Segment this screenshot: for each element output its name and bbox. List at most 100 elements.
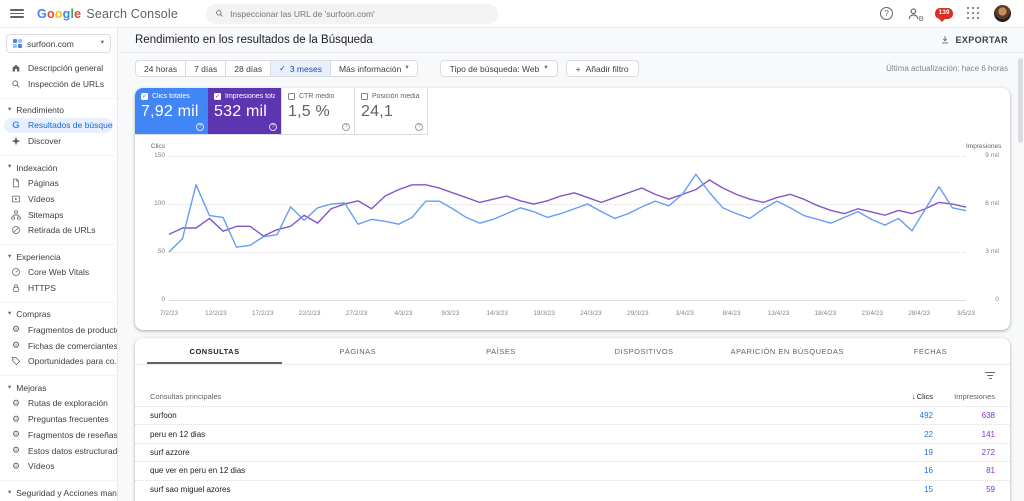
tab-aparición-en-búsquedas[interactable]: APARICIÓN EN BÚSQUEDAS	[716, 338, 859, 364]
property-selector[interactable]: surfoon.com ▾	[6, 34, 111, 53]
tab-consultas[interactable]: CONSULTAS	[143, 338, 286, 364]
metric-label-row: Posición media	[361, 93, 421, 100]
gear-icon: ⚙	[11, 324, 21, 335]
url-inspection-searchbox[interactable]	[206, 3, 499, 24]
sidebar-section-header[interactable]: ▾ Experiencia	[0, 249, 117, 264]
export-button[interactable]: EXPORTAR	[940, 35, 1008, 45]
clicks-cell[interactable]: 492	[881, 411, 933, 420]
impressions-cell[interactable]: 81	[933, 466, 995, 475]
sidebar-section-title: Seguridad y Acciones manuales	[16, 487, 117, 498]
tag-icon	[11, 356, 21, 366]
date-option-24-horas[interactable]: 24 horas	[136, 61, 187, 76]
dimension-tabs: CONSULTAS PÁGINAS PAÍSES DISPOSITIVOS APARIC…	[135, 338, 1010, 365]
help-icon[interactable]: ?	[880, 7, 894, 20]
impressions-cell[interactable]: 141	[933, 430, 995, 439]
sidebar-item-rutas-de-exploración[interactable]: ⚙ Rutas de exploración	[0, 395, 117, 411]
metric-label: Impresiones total..	[225, 93, 275, 100]
sidebar-item-preguntas-frecuentes[interactable]: ⚙ Preguntas frecuentes	[0, 411, 117, 427]
sidebar-item-fichas-de-comerciantes[interactable]: ⚙ Fichas de comerciantes	[0, 338, 117, 354]
sidebar-item-retirada-de-urls[interactable]: Retirada de URLs	[0, 223, 117, 239]
table-row[interactable]: que ver en peru en 12 dias 16 81	[135, 461, 1010, 479]
page-title: Rendimiento en los resultados de la Búsq…	[135, 34, 373, 46]
impressions-cell[interactable]: 59	[933, 485, 995, 494]
sidebar-item-vídeos[interactable]: Vídeos	[0, 191, 117, 207]
query-cell: surf sao miguel azores	[150, 484, 231, 494]
more-info-option[interactable]: Más información ▾	[331, 61, 417, 76]
impressions-cell[interactable]: 272	[933, 448, 995, 457]
date-option-7-días[interactable]: 7 días	[186, 61, 227, 76]
sidebar-section: ▾ Mejoras ⚙ Rutas de exploración ⚙ Preguntas …	[0, 375, 117, 474]
metric-value: 532 mil	[214, 103, 267, 120]
account-settings-icon[interactable]: ⚙	[907, 7, 924, 23]
sidebar-item-fragmentos-de-reseñas[interactable]: ⚙ Fragmentos de reseñas	[0, 427, 117, 443]
vertical-scrollbar[interactable]	[1018, 58, 1023, 143]
tab-fechas[interactable]: FECHAS	[859, 338, 1002, 364]
clicks-cell[interactable]: 19	[881, 448, 933, 457]
sidebar-section-header[interactable]: ▾ Indexación	[0, 160, 117, 175]
date-option-label: 24 horas	[144, 63, 178, 74]
tab-páginas[interactable]: PÁGINAS	[286, 338, 429, 364]
plus-icon: +	[575, 63, 581, 74]
search-type-chip[interactable]: Tipo de búsqueda: Web ▾	[439, 60, 558, 77]
table-row[interactable]: surfoon 492 638	[135, 406, 1010, 424]
table-row[interactable]: surf sao miguel azores 15 59	[135, 479, 1010, 498]
metric-card-clics-totales[interactable]: ✓ Clics totales 7,92 mil?	[135, 88, 208, 134]
sidebar-item-resultados-de-búsqueda[interactable]: G Resultados de búsqueda	[4, 117, 113, 134]
sidebar-item-fragmentos-de-productos[interactable]: ⚙ Fragmentos de productos	[0, 322, 117, 338]
apps-grid-icon[interactable]	[967, 7, 980, 20]
sidebar-section-title: Experiencia	[16, 251, 61, 262]
sidebar-item-páginas[interactable]: Páginas	[0, 175, 117, 191]
clicks-column-header[interactable]: ↓Clics	[881, 392, 933, 401]
notification-badge[interactable]: 139	[935, 7, 953, 22]
clicks-cell[interactable]: 16	[881, 466, 933, 475]
dimensions-card: CONSULTAS PÁGINAS PAÍSES DISPOSITIVOS APARIC…	[135, 338, 1010, 501]
date-option-28-días[interactable]: 28 días	[226, 61, 272, 76]
impressions-column-header[interactable]: Impresiones	[933, 392, 995, 401]
tab-dispositivos[interactable]: DISPOSITIVOS	[573, 338, 716, 364]
sidebar-section-header[interactable]: ▾ Rendimiento	[0, 103, 117, 118]
table-row[interactable]: surf azzore 19 272	[135, 442, 1010, 461]
sidebar-section: ▾ Experiencia Core Web Vitals HTTPS	[0, 244, 117, 296]
filter-list-icon[interactable]	[985, 371, 995, 380]
sidebar-section-header[interactable]: ▾ Compras	[0, 307, 117, 322]
impressions-cell[interactable]: 638	[933, 411, 995, 420]
x-axis-line	[169, 300, 966, 301]
table-row[interactable]: peru en 12 dias 22 141	[135, 424, 1010, 442]
x-tick-label: 18/4/23	[814, 310, 837, 317]
property-label: surfoon.com	[27, 38, 74, 49]
sidebar-section: ▾ Rendimiento G Resultados de búsqueda Disco…	[0, 97, 117, 150]
sidebar-item-estos-datos-estructurad[interactable]: ⚙ Estos datos estructurad...	[0, 443, 117, 459]
sidebar-item-descripción-general[interactable]: Descripción general	[0, 60, 117, 76]
tab-países[interactable]: PAÍSES	[429, 338, 572, 364]
sidebar-item-oportunidades-para-co[interactable]: Oportunidades para co...	[0, 354, 117, 370]
clicks-cell[interactable]: 15	[881, 485, 933, 494]
chart-plot: Clics Impresiones 150 100 50 0 9 mil 6 mil 3 …	[151, 143, 1002, 302]
metric-card-impresiones-total[interactable]: ✓ Impresiones total.. 532 mil?	[208, 88, 281, 134]
sidebar-item-core-web-vitals[interactable]: Core Web Vitals	[0, 264, 117, 280]
date-range-control: 24 horas 7 días 28 días ✓ 3 meses Más informa…	[135, 60, 418, 77]
y-tick-label: 150	[154, 152, 165, 159]
google-logo[interactable]: Google Search Console	[37, 7, 178, 21]
metric-card-ctr-medio[interactable]: CTR medio 1,5 %?	[281, 88, 354, 134]
search-input[interactable]	[230, 8, 490, 19]
sidebar-item-label: Fragmentos de reseñas	[28, 429, 117, 440]
sidebar-item-discover[interactable]: Discover	[0, 133, 117, 149]
help-icon: ?	[415, 123, 423, 131]
sidebar-item-label: Oportunidades para co...	[28, 356, 117, 367]
sidebar-section-header[interactable]: ▾ Mejoras	[0, 380, 117, 395]
sidebar-item-sitemaps[interactable]: Sitemaps	[0, 207, 117, 223]
avatar[interactable]	[994, 5, 1011, 22]
date-option-3-meses[interactable]: ✓ 3 meses	[271, 61, 331, 76]
sidebar-section-header[interactable]: ▾ Seguridad y Acciones manuales	[0, 485, 117, 500]
sidebar-item-inspección-de-urls[interactable]: Inspección de URLs	[0, 76, 117, 92]
metric-card-posición-media[interactable]: Posición media 24,1?	[354, 88, 427, 134]
sidebar-item-label: Fichas de comerciantes	[28, 340, 117, 351]
checkbox-icon: ✓	[141, 93, 148, 100]
impressions-line	[169, 180, 966, 236]
sidebar-item-label: Rutas de exploración	[28, 398, 108, 409]
hamburger-menu-icon[interactable]	[10, 7, 24, 21]
add-filter-chip[interactable]: + Añadir filtro	[565, 60, 639, 77]
sidebar-item-vídeos[interactable]: ⚙ Vídeos	[0, 459, 117, 475]
sidebar-item-https[interactable]: HTTPS	[0, 280, 117, 296]
clicks-cell[interactable]: 22	[881, 430, 933, 439]
